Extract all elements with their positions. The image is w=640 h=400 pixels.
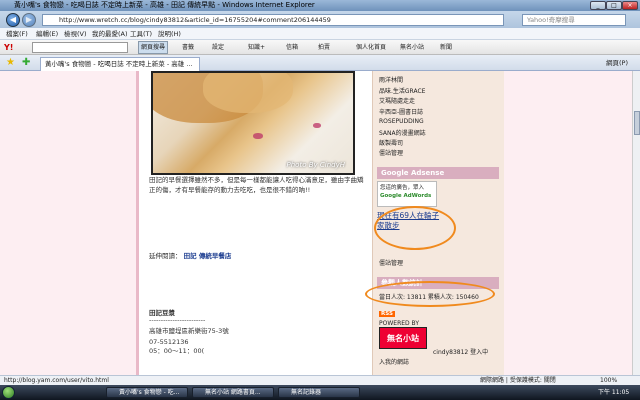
toolbar-news[interactable]: 新聞: [440, 40, 452, 55]
my-blog-link[interactable]: 入我的網誌: [379, 357, 409, 366]
shop-hours: 05：00～11：00(: [149, 347, 205, 355]
highlight-circle: [374, 206, 456, 250]
zoom-level[interactable]: 100%: [600, 376, 617, 385]
toolbar-auction[interactable]: 拍賣: [318, 40, 330, 55]
menu-bar: 檔案(F) 編輯(E) 檢視(V) 我的最愛(A) 工具(T) 說明(H): [0, 28, 640, 40]
divider: ------------------------: [149, 316, 206, 324]
menu-edit[interactable]: 編輯(E): [36, 28, 58, 40]
sidebar-link[interactable]: 飯製壽司: [379, 138, 403, 147]
toolbar-myhome[interactable]: 個人化首頁: [356, 40, 386, 55]
start-button[interactable]: [2, 386, 15, 399]
sidebar-link[interactable]: 艾瑪隨處走走: [379, 96, 415, 105]
article-paragraph: 田記的早餐選擇雖然不多，但是每一樣都能讓人吃得心滿意足，雖由字曲矯正的傷，才有早…: [149, 176, 364, 194]
toolbar-bookmarks[interactable]: 書籤: [182, 40, 194, 55]
maximize-button[interactable]: □: [606, 1, 622, 10]
shop-address: 高雄市鹽埕區新樂街75-3號: [149, 327, 229, 335]
tab-current[interactable]: 黃小嘴's 食物戀 - 吃喝日誌 不定時上新菜 - 高雄 ...: [40, 57, 200, 71]
yahoo-logo[interactable]: Y!: [4, 42, 13, 53]
toolbar-wretch[interactable]: 無名小站: [400, 40, 424, 55]
extended-link[interactable]: 田記 傳統早餐店: [184, 252, 232, 260]
yahoo-search-input[interactable]: [32, 42, 128, 53]
extended-label: 延伸閱讀：: [149, 252, 182, 260]
sidebar-link[interactable]: 品味.生活GRACE: [379, 86, 425, 95]
menu-file[interactable]: 檔案(F): [6, 28, 28, 40]
taskbar-item-recorder[interactable]: 無名記錄器: [278, 387, 360, 398]
minimize-button[interactable]: _: [590, 1, 606, 10]
extended-reading: 延伸閱讀： 田記 傳統早餐店: [149, 251, 369, 261]
blog-page: Photo By CindyH 田記的早餐選擇雖然不多，但是每一樣都能讓人吃得心…: [136, 71, 504, 375]
taskbar-item-ie[interactable]: 黃小嘴's 食物戀 - 吃...: [106, 387, 188, 398]
status-bar: http://blog.yam.com/user/vito.html 網際網路 …: [0, 375, 640, 385]
sidebar-manage-link[interactable]: 僵站管理: [379, 258, 403, 267]
sidebar: 雨洋林間 品味.生活GRACE 艾瑪隨處走走 辛西亞-圖書日誌 ROSEPUDD…: [365, 71, 504, 375]
tab-bar: ★ ✚ 黃小嘴's 食物戀 - 吃喝日誌 不定時上新菜 - 高雄 ... 網頁(…: [0, 55, 640, 71]
sidebar-link[interactable]: 雨洋林間: [379, 75, 403, 84]
window-title: 黃小嘴's 食物戀 - 吃喝日誌 不定時上新菜 - 高雄 - 田記 傳統早點 -…: [14, 1, 315, 9]
favorites-star-icon[interactable]: ★: [6, 57, 15, 69]
forward-button[interactable]: ▶: [22, 13, 36, 27]
toolbar-settings[interactable]: 設定: [212, 40, 224, 55]
add-favorite-icon[interactable]: ✚: [22, 57, 30, 69]
home-page-menu[interactable]: 網頁(P): [606, 55, 628, 71]
yahoo-toolbar: Y! 網頁搜尋 書籤 設定 知識+ 信箱 拍賣 個人化首頁 無名小站 新聞: [0, 40, 640, 55]
vertical-scrollbar[interactable]: [632, 71, 640, 375]
login-status: cindy83812 登入中: [433, 349, 489, 356]
ad-line: 您這的廣告，眾入: [380, 185, 425, 191]
sidebar-link[interactable]: 僵站管理: [379, 148, 403, 157]
ad-adwords: Google AdWords: [380, 193, 432, 199]
menu-help[interactable]: 說明(H): [158, 28, 181, 40]
rss-badge[interactable]: RSS: [379, 311, 395, 317]
menu-favorites[interactable]: 我的最愛(A): [92, 28, 128, 40]
address-bar[interactable]: http://www.wretch.cc/blog/cindy83812&art…: [42, 14, 504, 26]
back-button[interactable]: ◀: [6, 13, 20, 27]
toolbar-mail[interactable]: 信箱: [286, 40, 298, 55]
highlight-circle: [365, 281, 495, 307]
sidebar-link[interactable]: ROSEPUDDING: [379, 118, 424, 125]
page-content: Photo By CindyH 田記的早餐選擇雖然不多，但是每一樣都能讓人吃得心…: [0, 71, 632, 375]
web-search-button[interactable]: 網頁搜尋: [138, 41, 169, 54]
toolbar-knowledge[interactable]: 知識+: [248, 40, 265, 55]
status-zone: 網際網路 | 受保護模式: 關閉: [480, 377, 556, 384]
taskbar: 黃小嘴's 食物戀 - 吃... 無名小站 網路書頁... 無名記錄器 下午 1…: [0, 385, 640, 400]
status-url: http://blog.yam.com/user/vito.html: [4, 377, 109, 384]
sidebar-link[interactable]: 辛西亞-圖書日誌: [379, 107, 423, 116]
menu-view[interactable]: 檢視(V): [64, 28, 87, 40]
close-button[interactable]: ×: [622, 1, 638, 10]
clock: 下午 11:05: [598, 389, 630, 396]
address-row: ◀ ▶ http://www.wretch.cc/blog/cindy83812…: [0, 11, 640, 28]
food-photo: Photo By CindyH: [151, 71, 355, 175]
search-input[interactable]: Yahoo!奇摩搜尋: [522, 14, 626, 26]
scrollbar-thumb[interactable]: [634, 111, 640, 135]
sidebar-link[interactable]: SANA的漫畫網誌: [379, 128, 426, 137]
ad-box[interactable]: 您這的廣告，眾入 Google AdWords: [377, 181, 437, 207]
powered-by: POWERED BY: [379, 320, 420, 327]
wretch-logo[interactable]: 無名小站: [379, 327, 427, 349]
taskbar-item-wretch[interactable]: 無名小站 網路書頁...: [192, 387, 274, 398]
photo-credit: Photo By CindyH: [286, 161, 345, 169]
adsense-heading: Google Adsense: [377, 167, 499, 179]
window-title-bar: 黃小嘴's 食物戀 - 吃喝日誌 不定時上新菜 - 高雄 - 田記 傳統早點 -…: [0, 0, 640, 11]
menu-tools[interactable]: 工具(T): [130, 28, 152, 40]
